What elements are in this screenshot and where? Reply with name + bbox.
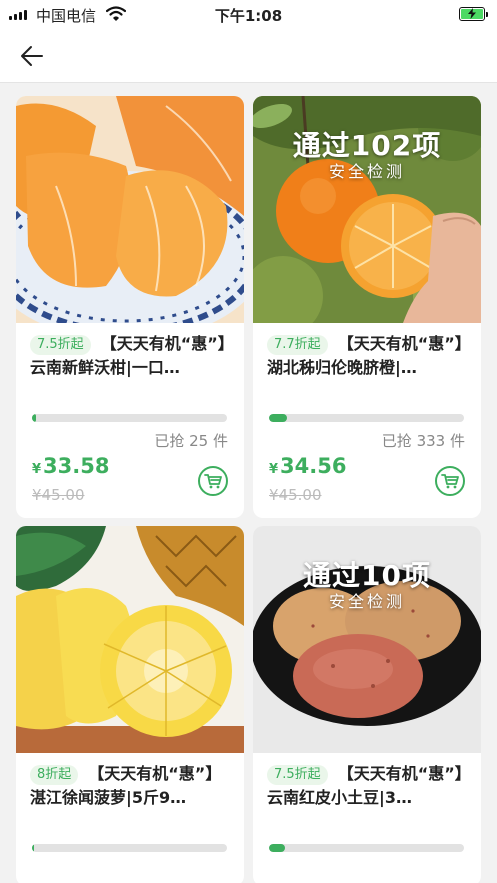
image-overlay-subtitle: 安全检测 — [328, 162, 405, 181]
sold-count: 已抢 333 件 — [381, 432, 465, 450]
battery-icon — [459, 7, 488, 21]
product-title[interactable]: 8折起 【天天有机“惠”】湛江徐闻菠萝|5斤9… — [30, 762, 236, 810]
add-to-cart-button[interactable] — [435, 466, 465, 496]
sales-progress-bar — [32, 414, 227, 422]
cart-icon — [441, 474, 459, 489]
product-image-mandarin — [16, 96, 244, 323]
progress-fill — [269, 844, 285, 852]
sales-progress-bar — [32, 844, 227, 852]
add-to-cart-button[interactable] — [198, 466, 228, 496]
discount-badge: 7.5折起 — [30, 335, 91, 355]
original-price: ¥45.00 — [269, 486, 322, 504]
discount-badge: 7.7折起 — [267, 335, 328, 355]
product-title[interactable]: 7.5折起 【天天有机“惠”】云南新鲜沃柑|一口… — [30, 332, 236, 380]
progress-fill — [32, 414, 36, 422]
progress-fill — [32, 844, 34, 852]
progress-fill — [269, 414, 287, 422]
arrow-left-icon — [21, 46, 43, 66]
original-price: ¥45.00 — [32, 486, 85, 504]
sold-count: 已抢 25 件 — [154, 432, 228, 450]
cart-icon — [204, 474, 222, 489]
nav-bar — [0, 30, 497, 83]
status-time: 下午1:08 — [214, 7, 283, 25]
product-image-navel-orange: 通过102项 安全检测 — [253, 96, 481, 323]
discount-badge: 8折起 — [30, 765, 79, 785]
product-card[interactable]: 7.5折起 【天天有机“惠”】云南新鲜沃柑|一口… 已抢 25 件 ¥33.58 … — [16, 96, 244, 518]
image-overlay-subtitle: 安全检测 — [328, 592, 405, 611]
product-title[interactable]: 7.7折起 【天天有机“惠”】湖北秭归伦晚脐橙|… — [267, 332, 473, 380]
sales-progress-bar — [269, 844, 464, 852]
price: ¥33.58 — [32, 454, 110, 478]
product-image-potato: 通过10项 安全检测 — [253, 526, 481, 753]
discount-badge: 7.5折起 — [267, 765, 328, 785]
status-bar: 中国电信 下午1:08 — [0, 0, 497, 30]
product-card[interactable]: 8折起 【天天有机“惠”】湛江徐闻菠萝|5斤9… — [16, 526, 244, 883]
back-button[interactable] — [14, 40, 50, 72]
sales-progress-bar — [269, 414, 464, 422]
product-image-pineapple — [16, 526, 244, 753]
product-card[interactable]: 通过102项 安全检测 7.7折起 【天天有机“惠”】湖北秭归伦晚脐橙|… 已抢 … — [253, 96, 481, 518]
product-title[interactable]: 7.5折起 【天天有机“惠”】云南红皮小土豆|3… — [267, 762, 473, 810]
price: ¥34.56 — [269, 454, 347, 478]
product-card[interactable]: 通过10项 安全检测 7.5折起 【天天有机“惠”】云南红皮小土豆|3… — [253, 526, 481, 883]
